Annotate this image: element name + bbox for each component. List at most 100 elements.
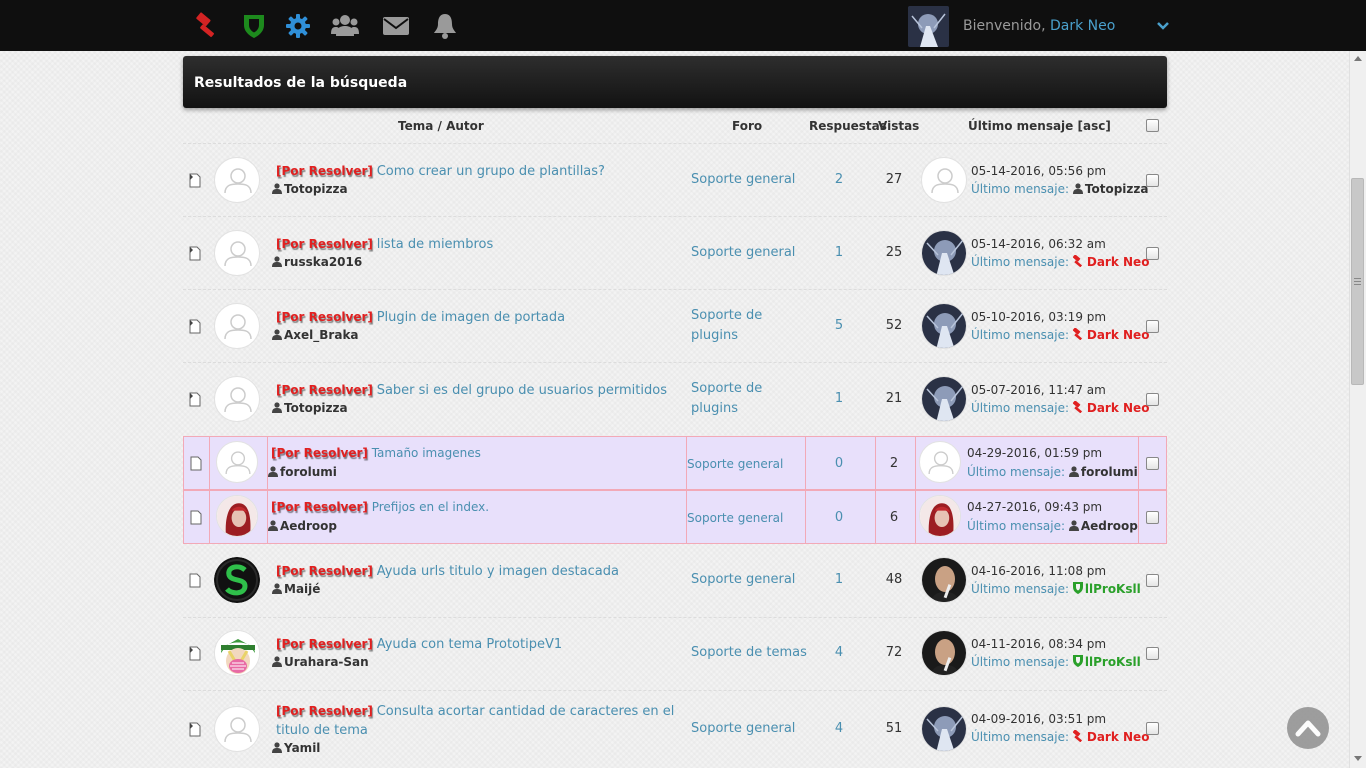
last-poster-name[interactable]: Dark Neo	[1072, 328, 1150, 342]
last-poster-name[interactable]: llProKsll	[1072, 655, 1141, 669]
last-poster-avatar[interactable]	[921, 157, 967, 203]
row-checkbox[interactable]	[1146, 574, 1159, 587]
thread-author[interactable]: russka2016	[272, 255, 362, 269]
thread-title-link[interactable]: Ayuda urls titulo y imagen destacada	[377, 564, 619, 579]
last-poster-avatar[interactable]	[921, 230, 967, 276]
row-checkbox[interactable]	[1146, 174, 1159, 187]
last-post-link[interactable]: Último mensaje:	[971, 655, 1069, 669]
username-link[interactable]: Dark Neo	[1050, 18, 1115, 34]
reply-count[interactable]: 5	[819, 318, 859, 333]
back-to-top-button[interactable]	[1287, 707, 1329, 749]
thread-title-link[interactable]: Ayuda con tema PrototipeV1	[377, 637, 562, 652]
last-poster-name[interactable]: Dark Neo	[1072, 401, 1150, 415]
author-avatar[interactable]	[214, 706, 260, 752]
chevron-down-icon[interactable]	[1156, 20, 1170, 34]
reply-count[interactable]: 4	[819, 645, 859, 660]
row-checkbox[interactable]	[1146, 511, 1159, 524]
author-name[interactable]: russka2016	[284, 255, 362, 269]
column-views[interactable]: Vistas	[878, 119, 919, 133]
row-checkbox[interactable]	[1146, 320, 1159, 333]
last-post-link[interactable]: Último mensaje:	[971, 255, 1069, 269]
scroll-down-icon[interactable]	[1354, 756, 1362, 762]
last-post-link[interactable]: Último mensaje:	[967, 465, 1065, 479]
author-name[interactable]: Yamil	[284, 741, 320, 755]
last-poster-avatar[interactable]	[919, 441, 961, 483]
user-menu[interactable]: Bienvenido, Dark Neo	[908, 5, 1115, 47]
column-replies[interactable]: Respuestas	[809, 119, 887, 133]
thread-prefix[interactable]: [Por Resolver]	[276, 704, 373, 718]
forum-link[interactable]: Soporte general	[691, 243, 795, 263]
last-post-link[interactable]: Último mensaje:	[967, 519, 1065, 533]
last-poster-name[interactable]: Dark Neo	[1072, 730, 1149, 744]
last-poster-label[interactable]: llProKsll	[1085, 582, 1141, 596]
forum-link[interactable]: Soporte general	[687, 454, 783, 474]
author-name[interactable]: Maijé	[284, 582, 320, 596]
column-last-post[interactable]: Último mensaje [asc]	[968, 119, 1111, 133]
author-avatar[interactable]	[214, 557, 260, 603]
thread-title-link[interactable]: Prefijos en el index.	[372, 500, 489, 514]
thread-prefix[interactable]: [Por Resolver]	[276, 637, 373, 651]
author-avatar[interactable]	[216, 495, 258, 537]
last-poster-avatar[interactable]	[919, 495, 961, 537]
author-name[interactable]: Urahara-San	[284, 655, 369, 669]
row-checkbox[interactable]	[1146, 393, 1159, 406]
author-avatar[interactable]	[216, 441, 258, 483]
last-poster-name[interactable]: Dark Neo	[1072, 255, 1150, 269]
author-name[interactable]: Totopizza	[284, 182, 348, 196]
forum-link[interactable]: Soporte general	[691, 719, 795, 739]
last-poster-label[interactable]: forolumi	[1081, 465, 1138, 479]
thread-prefix[interactable]: [Por Resolver]	[271, 446, 368, 460]
last-poster-avatar[interactable]	[921, 376, 967, 422]
thread-title-link[interactable]: lista de miembros	[377, 237, 494, 252]
thread-title-link[interactable]: Como crear un grupo de plantillas?	[377, 164, 605, 179]
reply-count[interactable]: 4	[819, 721, 859, 736]
row-checkbox[interactable]	[1146, 247, 1159, 260]
reply-count[interactable]: 1	[819, 572, 859, 587]
thread-prefix[interactable]: [Por Resolver]	[276, 237, 373, 251]
row-checkbox[interactable]	[1146, 457, 1159, 470]
author-name[interactable]: Aedroop	[280, 519, 337, 533]
thread-author[interactable]: Axel_Braka	[272, 328, 359, 342]
row-checkbox[interactable]	[1146, 722, 1159, 735]
column-forum[interactable]: Foro	[732, 119, 762, 133]
last-poster-label[interactable]: Dark Neo	[1087, 328, 1150, 342]
last-poster-label[interactable]: llProKsll	[1085, 655, 1141, 669]
thread-author[interactable]: Yamil	[272, 741, 320, 755]
last-post-link[interactable]: Último mensaje:	[971, 730, 1069, 744]
thread-author[interactable]: Totopizza	[272, 182, 348, 196]
column-topic-author[interactable]: Tema / Autor	[398, 119, 484, 133]
thread-author[interactable]: Totopizza	[272, 401, 348, 415]
thread-prefix[interactable]: [Por Resolver]	[276, 164, 373, 178]
last-post-link[interactable]: Último mensaje:	[971, 582, 1069, 596]
last-poster-label[interactable]: Dark Neo	[1087, 401, 1150, 415]
row-checkbox[interactable]	[1146, 647, 1159, 660]
author-avatar[interactable]	[214, 303, 260, 349]
last-poster-label[interactable]: Dark Neo	[1087, 255, 1150, 269]
last-post-link[interactable]: Último mensaje:	[971, 401, 1069, 415]
last-poster-name[interactable]: llProKsll	[1072, 582, 1141, 596]
scroll-up-icon[interactable]	[1354, 55, 1362, 61]
last-poster-label[interactable]: Totopizza	[1085, 182, 1149, 196]
forum-link[interactable]: Soporte de plugins	[691, 379, 781, 419]
last-poster-label[interactable]: Aedroop	[1081, 519, 1138, 533]
thread-title-link[interactable]: Tamaño imagenes	[372, 446, 481, 460]
last-poster-avatar[interactable]	[921, 630, 967, 676]
thread-author[interactable]: Urahara-San	[272, 655, 369, 669]
thread-title-link[interactable]: Plugin de imagen de portada	[377, 310, 565, 325]
last-poster-avatar[interactable]	[921, 557, 967, 603]
author-avatar[interactable]	[214, 630, 260, 676]
thread-prefix[interactable]: [Por Resolver]	[276, 383, 373, 397]
reply-count[interactable]: 1	[819, 391, 859, 406]
author-avatar[interactable]	[214, 376, 260, 422]
thread-author[interactable]: Aedroop	[268, 519, 337, 533]
gear-icon[interactable]	[284, 12, 312, 40]
thread-prefix[interactable]: [Por Resolver]	[271, 500, 368, 514]
reply-count[interactable]: 0	[819, 456, 859, 471]
shield-icon[interactable]	[240, 12, 268, 40]
author-avatar[interactable]	[214, 230, 260, 276]
forum-link[interactable]: Soporte general	[691, 170, 795, 190]
last-poster-name[interactable]: Totopizza	[1072, 182, 1149, 196]
last-poster-name[interactable]: forolumi	[1068, 465, 1138, 479]
thread-prefix[interactable]: [Por Resolver]	[276, 564, 373, 578]
thread-author[interactable]: forolumi	[268, 465, 337, 479]
